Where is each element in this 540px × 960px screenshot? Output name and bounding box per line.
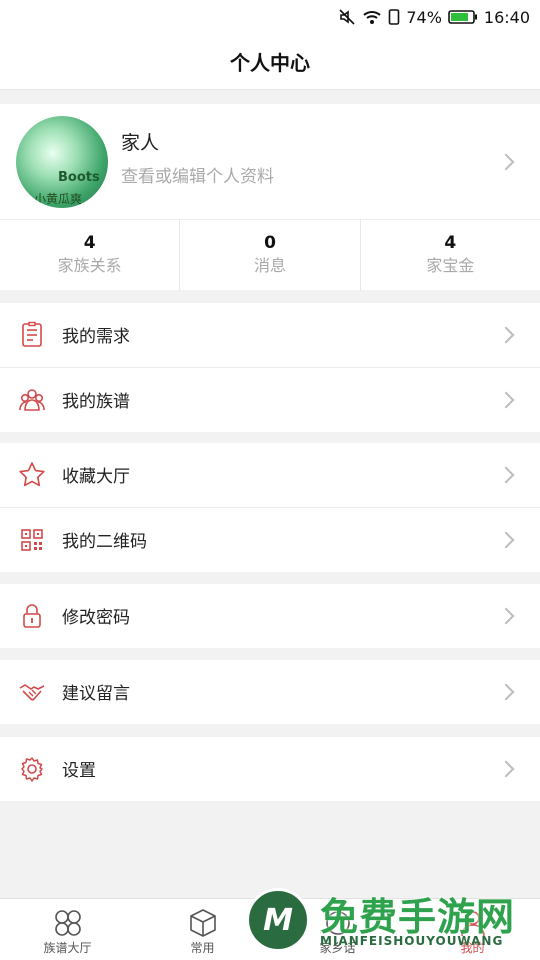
menu-item-my-needs[interactable]: 我的需求: [0, 303, 540, 367]
mute-icon: [338, 8, 356, 26]
chevron-right-icon: [497, 466, 515, 484]
menu-item-change-password[interactable]: 修改密码: [0, 584, 540, 648]
sim-icon: [388, 8, 400, 26]
qrcode-icon: [18, 526, 46, 554]
cube-icon: [189, 909, 216, 937]
menu-label: 我的需求: [62, 327, 130, 347]
menu-item-settings[interactable]: 设置: [0, 737, 540, 801]
stat-messages[interactable]: 0 消息: [180, 220, 361, 290]
menu-label: 我的族谱: [62, 392, 130, 412]
stat-family-gold[interactable]: 4 家宝金: [361, 220, 540, 290]
stat-value: 4: [83, 233, 96, 253]
avatar-text: Boots: [58, 170, 100, 185]
stat-value: 0: [264, 233, 276, 253]
stat-label: 家族关系: [57, 256, 122, 275]
tab-genealogy-hall[interactable]: 族谱大厅: [0, 899, 135, 960]
stats-bar: 4 家族关系 0 消息 4 家宝金: [0, 220, 540, 290]
title-bar: 个人中心: [0, 34, 540, 90]
profile-subtitle: 查看或编辑个人资料: [121, 167, 274, 187]
tab-label: 族谱大厅: [43, 941, 92, 955]
stat-value: 4: [444, 233, 457, 253]
battery-icon: [448, 9, 478, 25]
chevron-right-icon: [497, 683, 515, 701]
menu-item-my-genealogy[interactable]: 我的族谱: [0, 368, 540, 432]
stat-family-relations[interactable]: 4 家族关系: [0, 220, 181, 290]
battery-percent: 74%: [406, 7, 442, 27]
chevron-right-icon: [497, 326, 515, 344]
menu-label: 收藏大厅: [62, 467, 130, 487]
chevron-right-icon: [497, 531, 515, 549]
clover-icon: [54, 910, 81, 936]
handshake-icon: [18, 678, 46, 706]
chevron-right-icon: [497, 607, 515, 625]
status-icons: 74% 16:40: [338, 6, 530, 28]
menu-label: 建议留言: [62, 684, 130, 704]
watermark-logo: M: [246, 888, 310, 952]
clock: 16:40: [483, 7, 530, 27]
wifi-icon: [362, 8, 382, 26]
avatar[interactable]: Boots 小黄瓜爽: [16, 116, 108, 208]
chevron-right-icon: [497, 391, 515, 409]
gear-icon: [18, 755, 46, 783]
stat-label: 家宝金: [426, 256, 475, 275]
menu-item-feedback[interactable]: 建议留言: [0, 660, 540, 724]
family-icon: [18, 386, 46, 414]
profile-name: 家人: [121, 132, 160, 154]
profile-card[interactable]: Boots 小黄瓜爽 家人 查看或编辑个人资料: [0, 104, 540, 220]
watermark-text: 免费手游网: [320, 894, 516, 939]
chevron-right-icon: [497, 153, 515, 171]
status-bar: 74% 16:40: [0, 0, 540, 34]
chevron-right-icon: [497, 760, 515, 778]
menu-item-favorites-hall[interactable]: 收藏大厅: [0, 443, 540, 507]
page-title: 个人中心: [230, 51, 310, 75]
star-icon: [18, 461, 46, 489]
menu-label: 我的二维码: [62, 532, 147, 552]
menu-item-my-qrcode[interactable]: 我的二维码: [0, 508, 540, 572]
lock-icon: [18, 602, 46, 630]
stat-label: 消息: [253, 256, 286, 275]
avatar-text-2: 小黄瓜爽: [34, 192, 83, 206]
menu-label: 修改密码: [62, 608, 130, 628]
watermark: M 免费手游网 MIANFEISHOUYOUWANG: [244, 884, 540, 960]
watermark-subtext: MIANFEISHOUYOUWANG: [320, 934, 504, 948]
document-icon: [18, 321, 46, 349]
menu-label: 设置: [62, 761, 96, 781]
